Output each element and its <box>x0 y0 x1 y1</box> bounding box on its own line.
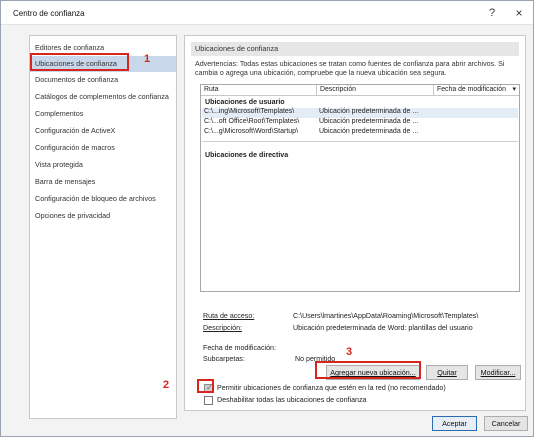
ok-label: Aceptar <box>442 419 467 428</box>
modify-label: Modificar... <box>480 368 516 377</box>
table-row-1-description[interactable]: Ubicación predeterminada de ... <box>319 108 418 115</box>
warning-line-1: Advertencias: Todas estas ubicaciones se… <box>195 60 505 68</box>
sidebar-item-activex[interactable]: Configuración de ActiveX <box>30 123 176 139</box>
content-panel: Ubicaciones de confianza Advertencias: T… <box>184 35 526 411</box>
path-label: Ruta de acceso: <box>203 312 255 320</box>
modify-button[interactable]: Modificar... <box>475 365 521 380</box>
sidebar-item-documentos[interactable]: Documentos de confianza <box>30 72 176 88</box>
table-row-3-description[interactable]: Ubicación predeterminada de ... <box>319 128 418 135</box>
sidebar-item-privacidad[interactable]: Opciones de privacidad <box>30 208 176 224</box>
cancel-label: Cancelar <box>491 419 521 428</box>
remove-label: Quitar <box>437 368 457 377</box>
locations-table[interactable]: Ruta Descripción Fecha de modificación ▾… <box>200 84 520 292</box>
annotation-marker-3: 3 <box>346 346 353 358</box>
column-header-descripcion[interactable]: Descripción <box>317 85 434 96</box>
table-row-2-path[interactable]: C:\...oft Office\Root\Templates\ <box>204 118 299 125</box>
ok-button[interactable]: Aceptar <box>432 416 477 431</box>
disable-all-checkbox[interactable] <box>204 396 213 405</box>
annotation-box-2 <box>197 379 214 393</box>
close-icon[interactable]: × <box>509 5 529 21</box>
description-value: Ubicación predeterminada de Word: planti… <box>293 324 473 332</box>
sidebar-item-vista-protegida[interactable]: Vista protegida <box>30 157 176 173</box>
sort-down-icon: ▾ <box>512 86 516 93</box>
column-header-fecha-label: Fecha de modificación <box>437 86 506 93</box>
description-label: Descripción: <box>203 324 243 332</box>
group-user-locations: Ubicaciones de usuario <box>205 98 285 106</box>
column-header-fecha[interactable]: Fecha de modificación ▾ <box>434 85 519 96</box>
sidebar-item-bloqueo-archivos[interactable]: Configuración de bloqueo de archivos <box>30 191 176 207</box>
annotation-marker-1: 1 <box>144 53 151 65</box>
subfolders-label: Subcarpetas: <box>203 355 245 363</box>
annotation-marker-2: 2 <box>163 379 170 391</box>
window-title: Centro de confianza <box>13 9 85 18</box>
category-sidebar: Editores de confianza Ubicaciones de con… <box>29 35 177 419</box>
group-policy-locations: Ubicaciones de directiva <box>205 151 289 159</box>
column-header-ruta[interactable]: Ruta <box>201 85 317 96</box>
allow-network-label[interactable]: Permitir ubicaciones de confianza que es… <box>217 384 446 392</box>
annotation-box-1 <box>30 53 129 71</box>
help-icon[interactable]: ? <box>482 5 502 21</box>
trust-center-dialog: Centro de confianza ? × Editores de conf… <box>0 0 534 437</box>
sidebar-item-catalogos[interactable]: Catálogos de complementos de confianza <box>30 89 176 105</box>
sidebar-item-complementos[interactable]: Complementos <box>30 106 176 122</box>
cancel-button[interactable]: Cancelar <box>484 416 528 431</box>
remove-button[interactable]: Quitar <box>426 365 468 380</box>
sidebar-item-barra-mensajes[interactable]: Barra de mensajes <box>30 174 176 190</box>
modified-date-label: Fecha de modificación: <box>203 344 276 352</box>
table-row-3-path[interactable]: C:\...g\Microsoft\Word\Startup\ <box>204 128 298 135</box>
warning-line-2: cambia o agrega una ubicación, compruebe… <box>195 69 447 77</box>
sidebar-item-macros[interactable]: Configuración de macros <box>30 140 176 156</box>
path-value: C:\Users\lmartines\AppData\Roaming\Micro… <box>293 312 479 320</box>
disable-all-label[interactable]: Deshabilitar todas las ubicaciones de co… <box>217 396 366 404</box>
table-row-1-path[interactable]: C:\...ing\Microsoft\Templates\ <box>204 108 294 115</box>
section-title: Ubicaciones de confianza <box>191 42 519 56</box>
table-group-divider <box>202 141 518 142</box>
warning-text: Advertencias: Todas estas ubicaciones se… <box>195 60 519 78</box>
annotation-box-3 <box>315 361 421 379</box>
title-bar: Centro de confianza ? × <box>1 1 533 25</box>
table-row-2-description[interactable]: Ubicación predeterminada de ... <box>319 118 418 125</box>
